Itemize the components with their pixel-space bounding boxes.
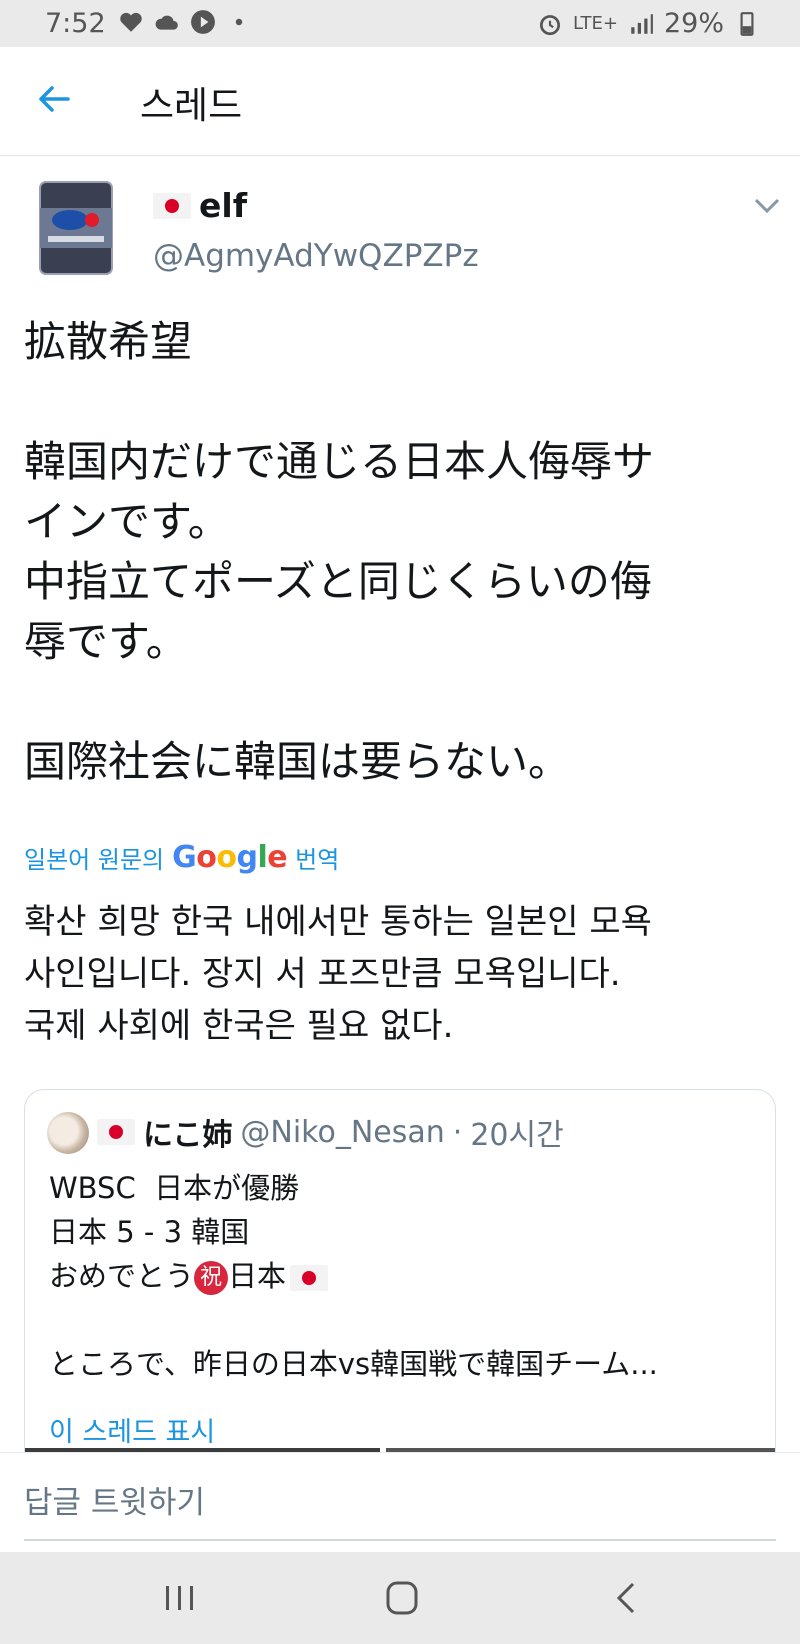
translate-suffix: 번역 bbox=[295, 846, 340, 874]
quoted-line: ところで、昨日の日本vs韓国戦で韓国チーム... bbox=[49, 1347, 658, 1381]
signal-icon bbox=[631, 13, 653, 34]
heart-icon bbox=[120, 12, 142, 32]
quoted-line: おめでとう祝日本 bbox=[49, 1254, 749, 1298]
page-title: 스레드 bbox=[140, 84, 243, 127]
system-icons: LTE+ 29% bbox=[537, 8, 760, 39]
quoted-line-part: おめでとう bbox=[49, 1259, 195, 1293]
japan-flag-icon bbox=[97, 1119, 135, 1145]
translate-link[interactable]: 일본어 원문의 Google 번역 bbox=[24, 840, 339, 875]
tweet-line: 国際社会に韓国は要らない。 bbox=[24, 737, 571, 786]
google-logo: Google bbox=[172, 840, 288, 875]
japan-flag-icon bbox=[290, 1265, 329, 1291]
reply-underline bbox=[24, 1539, 776, 1541]
alarm-icon bbox=[539, 14, 561, 35]
quoted-line: WBSC 日本が優勝 bbox=[49, 1171, 300, 1205]
home-icon[interactable] bbox=[380, 1578, 424, 1618]
notification-icons bbox=[118, 9, 252, 35]
tweet-line: 韓国内だけで通じる日本人侮辱サ bbox=[24, 437, 655, 486]
recent-apps-icon[interactable] bbox=[158, 1578, 202, 1618]
tweet-line: インです。 bbox=[24, 497, 230, 546]
quoted-header: にこ姉 @Niko_Nesan · 20시간 bbox=[97, 1110, 564, 1154]
quoted-avatar bbox=[47, 1112, 89, 1154]
reply-bar: 답글 트윗하기 bbox=[0, 1452, 800, 1553]
translated-text: 확산 희망 한국 내에서만 통하는 일본인 모욕 사인입니다. 장지 서 포즈만… bbox=[24, 896, 764, 1052]
avatar[interactable] bbox=[34, 178, 120, 278]
translation-line: 국제 사회에 한국은 필요 없다. bbox=[24, 1006, 454, 1046]
author-handle[interactable]: @AgmyAdYwQZPZPz bbox=[153, 238, 479, 274]
network-label: LTE+ bbox=[572, 13, 618, 34]
tweet-line bbox=[24, 372, 764, 432]
japan-flag-icon bbox=[153, 192, 191, 219]
tweet-line: 拡散希望 bbox=[24, 317, 193, 366]
tweet-line: 辱です。 bbox=[24, 617, 188, 666]
quoted-line: 日本 5 - 3 韓国 bbox=[49, 1215, 250, 1249]
quoted-text: WBSC 日本が優勝 日本 5 - 3 韓国 おめでとう祝日本 ところで、昨日の… bbox=[49, 1166, 749, 1386]
quoted-line bbox=[49, 1298, 749, 1342]
dot-icon bbox=[235, 18, 243, 26]
tweet-text: 拡散希望 韓国内だけで通じる日本人侮辱サ インです。 中指立てポーズと同じくらい… bbox=[24, 312, 764, 792]
battery-icon bbox=[740, 11, 754, 36]
chevron-down-icon[interactable] bbox=[753, 196, 781, 216]
battery-level: 29% bbox=[663, 8, 724, 39]
quoted-line-part: 日本 bbox=[228, 1259, 287, 1293]
play-icon bbox=[191, 10, 215, 34]
show-thread-link[interactable]: 이 스레드 표시 bbox=[49, 1410, 215, 1449]
quoted-timestamp: 20시간 bbox=[470, 1118, 564, 1153]
author-name: elf bbox=[199, 186, 248, 225]
quoted-author-name: にこ姉 bbox=[143, 1118, 233, 1153]
status-bar: 7:52 LTE+ 29% bbox=[0, 0, 800, 47]
quoted-separator: · bbox=[452, 1114, 463, 1150]
translation-line: 확산 희망 한국 내에서만 통하는 일본인 모욕 bbox=[24, 902, 652, 942]
back-icon[interactable] bbox=[605, 1578, 649, 1618]
reply-input[interactable]: 답글 트윗하기 bbox=[24, 1477, 205, 1522]
celebration-badge: 祝 bbox=[194, 1261, 229, 1295]
quoted-handle: @Niko_Nesan bbox=[240, 1114, 445, 1150]
tweet-line: 中指立てポーズと同じくらいの侮 bbox=[24, 557, 652, 606]
status-time: 7:52 bbox=[45, 8, 106, 39]
tweet-line bbox=[24, 672, 764, 732]
thread-header: 스레드 bbox=[0, 47, 800, 156]
system-nav-bar bbox=[0, 1552, 800, 1644]
translation-line: 사인입니다. 장지 서 포즈만큼 모욕입니다. bbox=[24, 954, 621, 994]
cloud-icon bbox=[155, 15, 178, 30]
translate-prefix: 일본어 원문의 bbox=[24, 846, 165, 874]
back-arrow-icon[interactable] bbox=[34, 79, 74, 119]
author-line[interactable]: elf bbox=[153, 186, 247, 225]
